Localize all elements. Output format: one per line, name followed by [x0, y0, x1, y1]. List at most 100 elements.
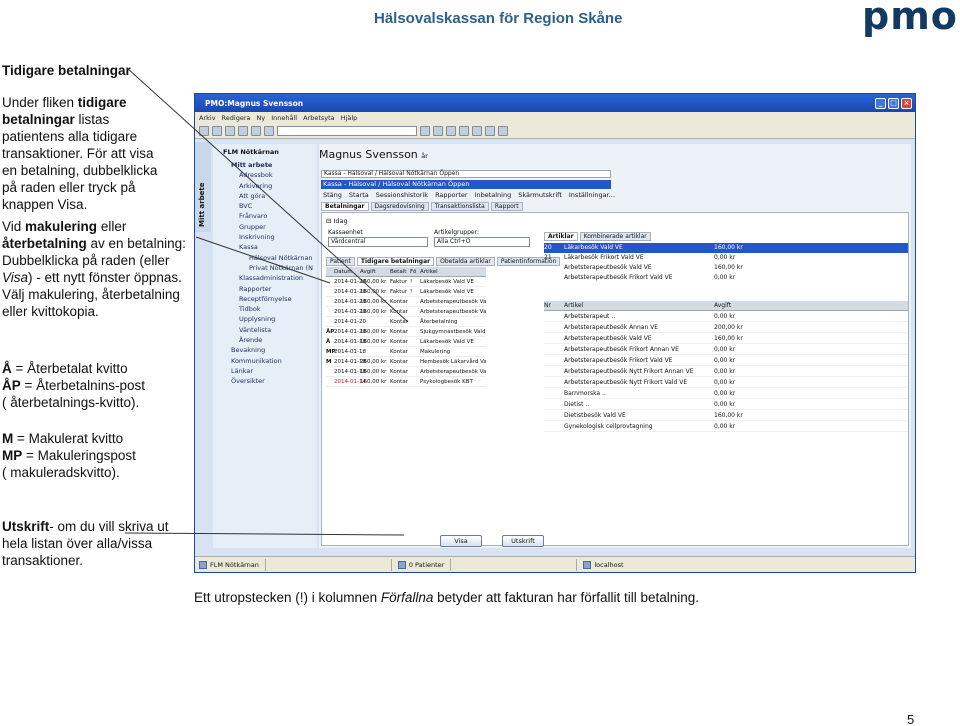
nav-item-att-gora[interactable]: Att göra	[213, 191, 317, 201]
list-item[interactable]: Arbetsterapeut .. 0,00 kr	[544, 311, 908, 322]
table-row[interactable]: 2014-01-20 160,00 kr Kontar Arbetsterapeutb…	[326, 297, 486, 307]
nav-item-mitt-arbete[interactable]: Mitt arbete	[213, 160, 317, 170]
print-icon[interactable]	[238, 125, 248, 136]
table-row[interactable]: 2014-01-20 160,00 kr Faktur! Läkarbesök Val…	[326, 287, 486, 297]
nav-item-arende[interactable]: Ärende	[213, 335, 317, 345]
kassaenhet-select[interactable]: Vårdcentral	[328, 237, 428, 247]
mitt-arbete-vertical-tab[interactable]: Mitt arbete	[195, 142, 211, 232]
search-icon[interactable]	[251, 125, 261, 136]
tab-obetalda-artiklar[interactable]: Obetalda artiklar	[436, 257, 495, 266]
tab-rapport[interactable]: Rapport	[490, 202, 523, 211]
list-item[interactable]: 20 Läkarbesök Vald VE 160,00 kr	[544, 243, 908, 253]
nav-item-kommunikation[interactable]: Kommunikation	[213, 356, 317, 366]
kassa-menu-sessionshistorik[interactable]: Sessionshistorik	[376, 191, 428, 199]
kassa-menu-skarmutskrift[interactable]: Skärmutskrift	[518, 191, 562, 199]
nav-item-upplysning[interactable]: Upplysning	[213, 314, 317, 324]
nav-item-lankar[interactable]: Länkar	[213, 366, 317, 376]
menu-innehall[interactable]: Innehåll	[271, 114, 297, 122]
tab-transaktionslista[interactable]: Transaktionslista	[430, 202, 489, 211]
mail-icon[interactable]	[459, 125, 469, 136]
nav-item-rapporter[interactable]: Rapporter	[213, 284, 317, 294]
list-item[interactable]: Arbetsterapeutbesök Vald VE 160,00 kr	[544, 263, 908, 273]
list-item[interactable]: Barnmorska .. 0,00 kr	[544, 388, 908, 399]
tab-betalningar[interactable]: Betalningar	[321, 202, 369, 211]
table-row[interactable]: 2014-01-20 Kontar Återbetalning	[326, 317, 486, 327]
kassa-menu-installningar[interactable]: Inställningar...	[569, 191, 615, 199]
table-row[interactable]: ÅP 2014-01-20 160,00 kr Kontar Sjukgymnastbe…	[326, 327, 486, 337]
list-item[interactable]: Arbetsterapeutbesök Frikort Vald VE 0,00 …	[544, 273, 908, 283]
refresh-icon[interactable]	[420, 125, 430, 136]
tab-artiklar[interactable]: Artiklar	[544, 232, 578, 241]
col-datum[interactable]: Datum	[334, 267, 360, 276]
col-betalt[interactable]: Betalt	[390, 267, 410, 276]
menu-redigera[interactable]: Redigera	[222, 114, 251, 122]
tab-tidigare-betalningar[interactable]: Tidigare betalningar	[356, 257, 435, 266]
menu-hjalp[interactable]: Hjälp	[341, 114, 358, 122]
nav-item-grupper[interactable]: Grupper	[213, 222, 317, 232]
maximize-icon[interactable]: □	[888, 97, 899, 109]
nav-item-kassa[interactable]: Kassa	[213, 242, 317, 252]
kassa-menu-rapporter[interactable]: Rapporter	[435, 191, 467, 199]
kassa-menu-starta[interactable]: Starta	[349, 191, 369, 199]
kassa-menu-stang[interactable]: Stäng	[323, 191, 342, 199]
minimize-icon[interactable]: _	[875, 97, 886, 109]
list-item[interactable]: Arbetsterapeutbesök Nytt Frikort Annan V…	[544, 366, 908, 377]
home-icon[interactable]	[225, 125, 235, 136]
kassa-menu-inbetalning[interactable]: Inbetalning	[475, 191, 512, 199]
utskrift-button[interactable]: Utskrift	[502, 535, 544, 547]
table-row[interactable]: 2014-01-20 160,00 kr Faktur! Läkarbesök Val…	[326, 277, 486, 287]
nav-item-tidbok[interactable]: Tidbok	[213, 304, 317, 314]
note-icon[interactable]	[446, 125, 456, 136]
tab-kombinerade-artiklar[interactable]: Kombinerade artiklar	[579, 232, 651, 241]
table-row[interactable]: MP 2014-01-18 Kontar Makulering	[326, 347, 486, 357]
table-row[interactable]: 2014-01-20 160,00 kr Kontar Arbetsterapeutb…	[326, 307, 486, 317]
nav-item-inskrivning[interactable]: Inskrivning	[213, 232, 317, 242]
col-avgift[interactable]: Avgift	[360, 267, 390, 276]
nav-item-privat-notkarnan[interactable]: Privat Nötkärnan (N	[213, 263, 317, 273]
nav-item-arkivering[interactable]: Arkivering	[213, 181, 317, 191]
table-row[interactable]: M 2014-01-18 260,00 kr Kontar Hembesök Läkar…	[326, 357, 486, 367]
tab-patient[interactable]: Patient	[326, 257, 355, 266]
table-row[interactable]: 2014-01-14 160,00 kr Kontar Psykologbesök K…	[326, 377, 486, 387]
lab-icon[interactable]	[472, 125, 482, 136]
table-row[interactable]: Å 2014-01-18 160,00 kr Kontar Läkarbesök Val…	[326, 337, 486, 347]
patient-icon[interactable]	[264, 125, 274, 136]
list-item[interactable]: Dietist .. 0,00 kr	[544, 399, 908, 410]
nav-item-franvaro[interactable]: Frånvaro	[213, 211, 317, 221]
col-artikel[interactable]: Artikel	[420, 267, 475, 276]
nav-item-oversikter[interactable]: Översikter	[213, 376, 317, 386]
nav-item-receptfornyelse[interactable]: Receptförnyelse	[213, 294, 317, 304]
settings-icon[interactable]	[498, 125, 508, 136]
list-item[interactable]: Arbetsterapeutbesök Annan VE 200,00 kr	[544, 322, 908, 333]
nav-item-bvc[interactable]: BVC	[213, 201, 317, 211]
today-toggle[interactable]: ⊟ Idag	[326, 217, 348, 225]
artikelgrupper-select[interactable]: Alla Ctrl+O	[434, 237, 530, 247]
table-row[interactable]: 2014-01-18 160,00 kr Kontar Arbetsterapeutb…	[326, 367, 486, 377]
calendar-icon[interactable]	[433, 125, 443, 136]
menu-arkiv[interactable]: Arkiv	[199, 114, 216, 122]
col-forfallna[interactable]: Fö	[410, 267, 420, 276]
menu-ny[interactable]: Ny	[256, 114, 265, 122]
list-item[interactable]: Arbetsterapeutbesök Frikort Annan VE 0,00…	[544, 344, 908, 355]
list-item[interactable]: Gynekologisk cellprovtagning 0,00 kr	[544, 421, 908, 432]
list-item[interactable]: Arbetsterapeutbesök Frikort Vald VE 0,00 …	[544, 355, 908, 366]
nav-item-adressbok[interactable]: Adressbok	[213, 170, 317, 180]
tab-dagsredovisning[interactable]: Dagsredovisning	[370, 202, 429, 211]
forward-icon[interactable]	[212, 125, 222, 136]
nav-item-vantelista[interactable]: Väntelista	[213, 325, 317, 335]
list-item[interactable]: Arbetsterapeutbesök Nytt Frikort Vald VE…	[544, 377, 908, 388]
close-icon[interactable]: ×	[901, 97, 912, 109]
nav-item-bevakning[interactable]: Bevakning	[213, 345, 317, 355]
cell-code: Å	[326, 339, 331, 345]
visa-button[interactable]: Visa	[440, 535, 482, 547]
list-item[interactable]: 21 Läkarbesök Frikort Vald VE 0,00 kr	[544, 253, 908, 263]
patient-search-input[interactable]	[277, 125, 417, 136]
nav-item-halsoval-notkarnan[interactable]: Hälsoval Nötkärnan	[213, 253, 317, 263]
cell-price: 160,00 kr	[714, 244, 743, 251]
info-icon[interactable]	[485, 125, 495, 136]
list-item[interactable]: Dietistbesök Vald VE 160,00 kr	[544, 410, 908, 421]
list-item[interactable]: Arbetsterapeutbesök Vald VE 160,00 kr	[544, 333, 908, 344]
menu-arbetsyta[interactable]: Arbetsyta	[303, 114, 335, 122]
back-icon[interactable]	[199, 125, 209, 136]
nav-item-klassadministration[interactable]: Klassadministration	[213, 273, 317, 283]
